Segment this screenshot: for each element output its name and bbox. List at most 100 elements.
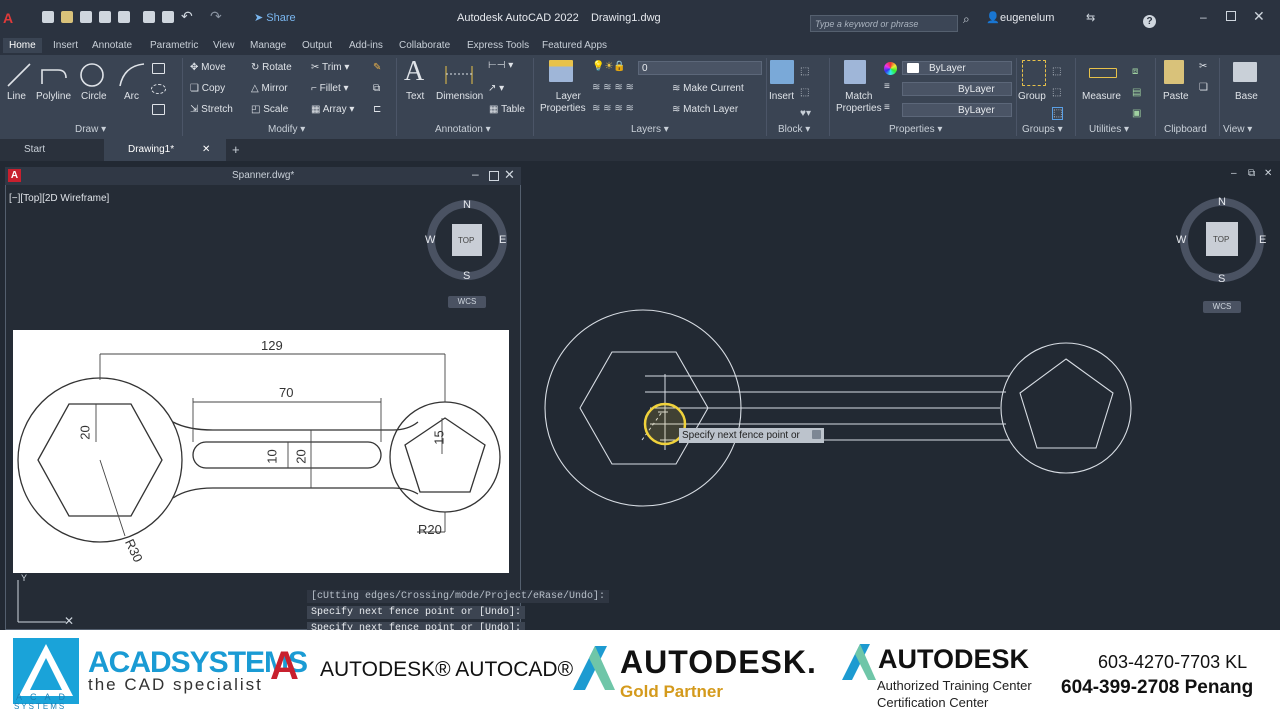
search-icon[interactable]: ⌕	[963, 12, 970, 27]
cart-icon[interactable]: ⇆	[1086, 11, 1095, 24]
open-web-icon[interactable]	[118, 11, 130, 23]
clipboard-panel-title[interactable]: Clipboard	[1164, 124, 1207, 135]
new-tab-icon[interactable]: +	[232, 142, 240, 157]
linetype-icon[interactable]: ≡	[884, 81, 890, 92]
minimize-icon[interactable]: –	[1200, 10, 1207, 24]
copy-clip-icon[interactable]: ❏	[1199, 82, 1208, 93]
username[interactable]: eugenelum	[1000, 12, 1054, 24]
layer-properties-icon[interactable]	[549, 60, 573, 82]
tab-output[interactable]: Output	[302, 40, 332, 51]
file-tab-drawing1[interactable]: Drawing1* ✕	[104, 139, 226, 161]
circle-button[interactable]: Circle	[81, 91, 107, 102]
ellipse-icon[interactable]	[151, 84, 166, 94]
draw-panel-title[interactable]: Draw ▾	[75, 124, 106, 135]
rectangle-icon[interactable]	[152, 63, 165, 74]
copy-button[interactable]: ❏ Copy	[190, 83, 225, 94]
autocad-logo-icon[interactable]: A	[3, 10, 13, 26]
table-button[interactable]: ▦ Table	[489, 104, 525, 115]
annotation-panel-title[interactable]: Annotation ▾	[435, 124, 491, 135]
viewport-close-icon[interactable]: ✕	[1264, 168, 1272, 179]
tab-express-tools[interactable]: Express Tools	[467, 40, 529, 51]
block-panel-title[interactable]: Block ▾	[778, 124, 810, 135]
fillet-button[interactable]: ⌐ Fillet ▾	[311, 83, 349, 94]
layer-tools-icons[interactable]: ≋ ≋ ≋ ≋	[592, 82, 634, 93]
measure-icon[interactable]	[1089, 68, 1117, 78]
tab-home[interactable]: Home	[3, 38, 42, 53]
layer-state-icons[interactable]: 💡☀🔒	[592, 61, 626, 72]
tab-parametric[interactable]: Parametric	[150, 40, 198, 51]
properties-panel-title[interactable]: Properties ▾	[889, 124, 942, 135]
sub-viewcube-top[interactable]: TOP	[458, 236, 474, 245]
group-tools-icons[interactable]: ⬚ ⬚ ⬚	[1052, 61, 1064, 124]
cut-icon[interactable]: ✂	[1199, 61, 1207, 72]
sub-viewcube-n[interactable]: N	[463, 199, 471, 211]
text-icon[interactable]: A	[404, 56, 424, 88]
stretch-button[interactable]: ⇲ Stretch	[190, 104, 233, 115]
rotate-button[interactable]: ↻ Rotate	[251, 62, 292, 73]
sub-viewcube-s[interactable]: S	[463, 270, 470, 282]
main-wcs-button[interactable]: WCS	[1203, 301, 1241, 313]
redo-icon[interactable]: ↷	[210, 8, 222, 25]
scale-button[interactable]: ◰ Scale	[251, 104, 288, 115]
sub-viewcube-e[interactable]: E	[499, 234, 506, 246]
block-tools-icons[interactable]: ⬚ ⬚ ♥▾	[800, 61, 811, 124]
viewport-restore-icon[interactable]: ⧉	[1248, 168, 1255, 179]
tab-collaborate[interactable]: Collaborate	[399, 40, 450, 51]
main-viewcube-top[interactable]: TOP	[1213, 235, 1229, 244]
base-view-icon[interactable]	[1233, 62, 1257, 82]
undo-icon[interactable]: ↶	[181, 8, 193, 25]
array-button[interactable]: ▦ Array ▾	[311, 104, 354, 115]
tab-manage[interactable]: Manage	[250, 40, 286, 51]
share-button[interactable]: ➤ Share	[254, 11, 296, 24]
layers-panel-title[interactable]: Layers ▾	[631, 124, 669, 135]
modify-panel-title[interactable]: Modify ▾	[268, 124, 305, 135]
group-button[interactable]: Group	[1018, 91, 1046, 102]
arc-button[interactable]: Arc	[124, 91, 139, 102]
group-icon[interactable]	[1022, 60, 1046, 86]
user-icon[interactable]: 👤	[986, 11, 1000, 24]
tooltip-options-icon[interactable]	[812, 430, 821, 439]
print-icon[interactable]	[162, 11, 174, 23]
linetype-dropdown[interactable]: ByLayer	[902, 82, 1012, 96]
text-button[interactable]: Text	[406, 91, 424, 102]
spanner-window-titlebar[interactable]: A Spanner.dwg* – ✕	[5, 167, 521, 185]
main-viewcube-s[interactable]: S	[1218, 273, 1225, 285]
help-icon[interactable]: ?	[1143, 15, 1156, 28]
subwin-close-icon[interactable]: ✕	[504, 167, 515, 183]
restore-icon[interactable]	[1226, 11, 1236, 21]
explode-icon[interactable]: ⧉	[373, 83, 380, 94]
layer-properties-button[interactable]: Layer Properties	[540, 91, 586, 115]
tab-annotate[interactable]: Annotate	[92, 40, 132, 51]
utility-tools-icons[interactable]: ⧈ ▤ ▣	[1132, 61, 1141, 124]
make-current-button[interactable]: ≋ Make Current	[672, 83, 744, 94]
tab-insert[interactable]: Insert	[53, 40, 78, 51]
hatch-icon[interactable]	[152, 104, 165, 115]
offset-icon[interactable]: ⊏	[373, 104, 381, 115]
measure-button[interactable]: Measure	[1082, 91, 1121, 102]
mirror-button[interactable]: △ Mirror	[251, 83, 288, 94]
match-properties-button[interactable]: Match Properties	[836, 91, 882, 115]
base-button[interactable]: Base	[1235, 91, 1258, 102]
sub-viewcube-w[interactable]: W	[425, 234, 435, 246]
viewport-label[interactable]: [−][Top][2D Wireframe]	[9, 193, 109, 204]
dimension-button[interactable]: Dimension	[436, 91, 483, 102]
polyline-button[interactable]: Polyline	[36, 91, 71, 102]
plot-icon[interactable]	[143, 11, 155, 23]
utilities-panel-title[interactable]: Utilities ▾	[1089, 124, 1129, 135]
close-icon[interactable]: ✕	[1253, 8, 1265, 25]
dimension-icon[interactable]	[442, 62, 476, 88]
open-icon[interactable]	[61, 11, 73, 23]
line-button[interactable]: Line	[7, 91, 26, 102]
saveas-icon[interactable]	[99, 11, 111, 23]
view-panel-title[interactable]: View ▾	[1223, 124, 1252, 135]
file-tab-start[interactable]: Start	[0, 139, 120, 161]
layer-tools-icons-2[interactable]: ≋ ≋ ≋ ≋	[592, 103, 634, 114]
match-properties-icon[interactable]	[844, 60, 866, 84]
trim-button[interactable]: ✂ Trim ▾	[311, 62, 349, 73]
save-icon[interactable]	[80, 11, 92, 23]
layer-dropdown[interactable]: 0	[638, 61, 762, 75]
color-wheel-icon[interactable]	[884, 62, 897, 75]
move-button[interactable]: ✥ Move	[190, 62, 226, 73]
main-viewcube-n[interactable]: N	[1218, 196, 1226, 208]
subwin-minimize-icon[interactable]: –	[472, 167, 479, 181]
